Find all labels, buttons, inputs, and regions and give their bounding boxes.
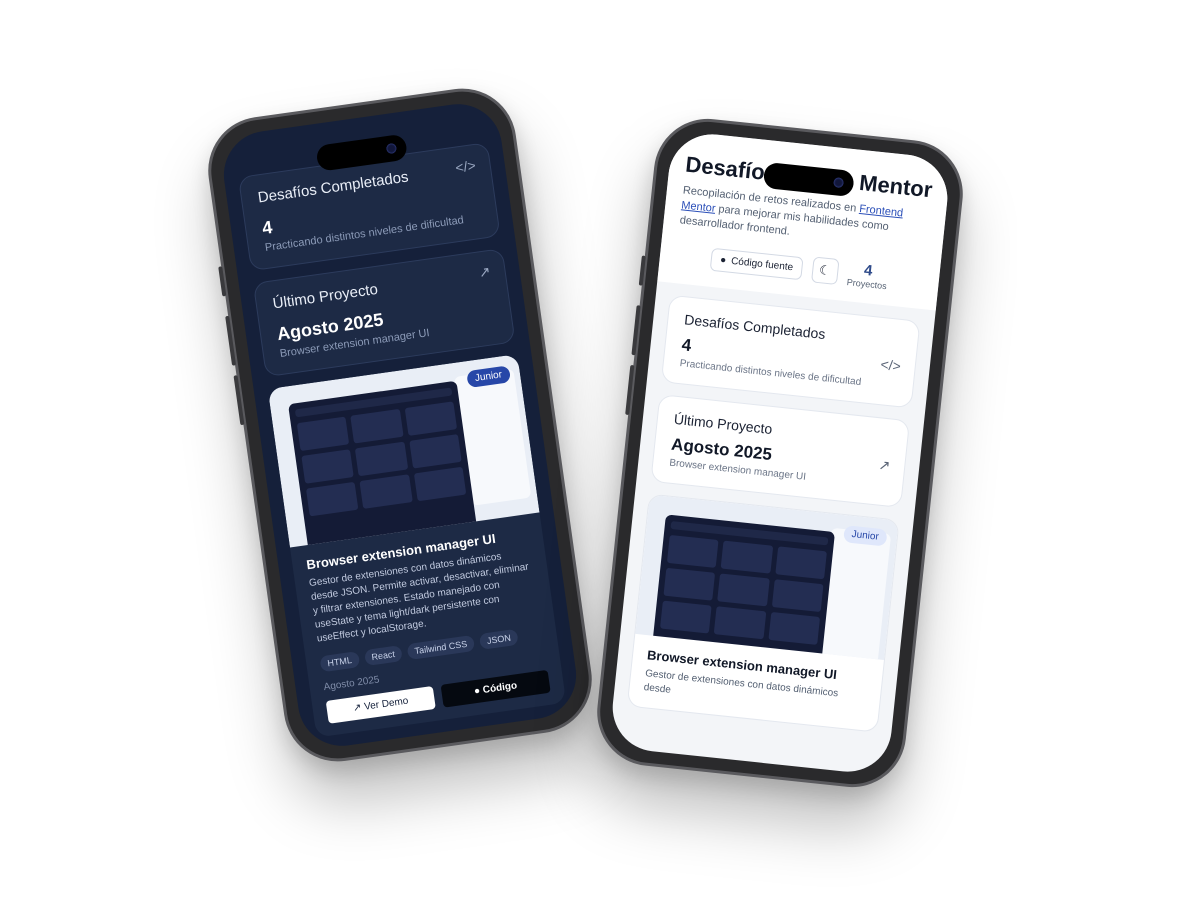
volume-up-button xyxy=(631,305,641,356)
tag: React xyxy=(363,645,403,667)
view-demo-button[interactable]: ↗ Ver Demo xyxy=(325,685,436,724)
latest-project-card: ↗ Último Proyecto Agosto 2025 Browser ex… xyxy=(650,393,911,508)
code-label: Código xyxy=(482,680,518,696)
dark-content: </> Desafíos Completados 4 Practicando d… xyxy=(218,99,580,740)
projects-counter: 4 Proyectos xyxy=(846,260,889,290)
volume-down-button xyxy=(233,375,245,426)
header: Desafíos Mentor Recopilación de retos re… xyxy=(657,130,952,311)
github-icon: ● xyxy=(719,254,727,266)
source-code-button[interactable]: ● Código fuente xyxy=(710,247,804,280)
project-card: Junior Browser extension manager UI Gest… xyxy=(626,493,900,733)
project-screenshot: Junior xyxy=(635,494,899,660)
camera-icon xyxy=(833,177,845,189)
moon-icon: ☾ xyxy=(818,262,832,279)
stage: </> Desafíos Completados 4 Practicando d… xyxy=(0,0,1200,900)
dark-screen: </> Desafíos Completados 4 Practicando d… xyxy=(218,98,582,752)
light-screen: Desafíos Mentor Recopilación de retos re… xyxy=(608,130,952,776)
phone-light: Desafíos Mentor Recopilación de retos re… xyxy=(591,113,969,793)
code-icon: </> xyxy=(454,157,477,176)
code-icon: </> xyxy=(879,355,902,374)
light-content: </> Desafíos Completados 4 Practicando d… xyxy=(612,281,936,746)
demo-label: Ver Demo xyxy=(363,695,410,713)
side-button xyxy=(638,255,646,286)
tag: HTML xyxy=(319,651,360,673)
project-body: Browser extension manager UI Gestor de e… xyxy=(290,512,566,737)
side-button xyxy=(218,266,227,297)
preview-grid xyxy=(296,401,467,517)
screenshot-dark-preview xyxy=(650,513,836,660)
tag: Tailwind CSS xyxy=(406,634,476,661)
camera-icon xyxy=(385,142,398,155)
code-button[interactable]: ● Código xyxy=(440,669,551,708)
external-link-icon[interactable]: ↗ xyxy=(878,456,891,474)
volume-down-button xyxy=(625,364,635,416)
title-end: Mentor xyxy=(858,169,934,203)
completed-challenges-card: </> Desafíos Completados 4 Practicando d… xyxy=(660,294,921,409)
tag: JSON xyxy=(478,628,519,650)
external-link-icon[interactable]: ↗ xyxy=(478,263,492,281)
theme-toggle-button[interactable]: ☾ xyxy=(810,256,840,286)
phone-dark: </> Desafíos Completados 4 Practicando d… xyxy=(201,81,599,769)
latest-project-card: ↗ Último Proyecto Agosto 2025 Browser ex… xyxy=(252,248,516,378)
screenshot-dark-preview xyxy=(288,380,478,548)
source-code-label: Código fuente xyxy=(730,255,794,273)
volume-up-button xyxy=(225,315,237,366)
project-card: Junior Browser extension manager UI Gest… xyxy=(267,353,567,738)
